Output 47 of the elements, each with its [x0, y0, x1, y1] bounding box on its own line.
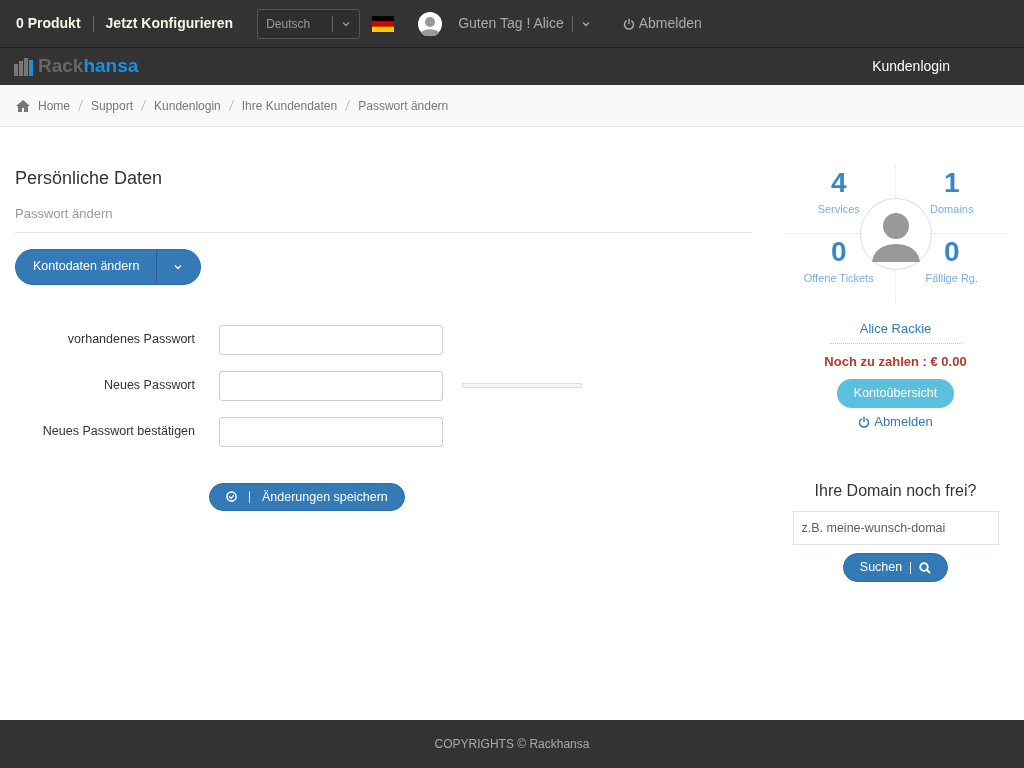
field-label: vorhandenes Passwort	[66, 331, 195, 349]
breadcrumb-link[interactable]: Home	[38, 96, 70, 115]
logout-link[interactable]: Abmelden	[622, 13, 702, 34]
power-icon	[858, 415, 871, 428]
password-field[interactable]	[219, 416, 443, 447]
breadcrumb-link[interactable]: Support	[91, 96, 134, 115]
stat-label: Fällige Rg.	[924, 271, 980, 286]
search-button[interactable]: Suchen	[842, 553, 949, 582]
password-field[interactable]	[219, 324, 443, 355]
cart-link[interactable]: 0 Produkt	[16, 13, 81, 34]
field-label: Neues Passwort bestätigen	[41, 423, 195, 441]
search-icon	[919, 561, 932, 574]
home-icon	[16, 99, 30, 112]
stat-value: 0	[942, 238, 961, 266]
stat-value: 1	[942, 169, 961, 197]
page-title: Persönliche Daten	[15, 167, 164, 190]
breadcrumb-link[interactable]: Ihre Kundendaten	[241, 96, 338, 115]
breadcrumb-link[interactable]: Kundenlogin	[154, 96, 221, 115]
language-select[interactable]: Deutsch	[257, 8, 361, 39]
page-subtitle: Passwort ändern	[15, 206, 113, 221]
stat-value: 4	[829, 169, 848, 197]
power-icon	[622, 17, 635, 30]
stat-label: Domains	[929, 202, 975, 217]
save-button[interactable]: Änderungen speichern	[209, 482, 405, 512]
field-label: Neues Passwort	[103, 377, 195, 395]
domain-search-field[interactable]: z.B. meine-wunsch-domai	[792, 511, 999, 546]
domain-heading: Ihre Domain noch frei?	[814, 481, 977, 502]
password-field[interactable]	[219, 370, 443, 401]
stat-label: Offene Tickets	[802, 271, 875, 286]
nav-link[interactable]: Kundenlogin	[872, 56, 950, 77]
check-circle-icon	[226, 491, 237, 503]
slash-divider	[78, 100, 83, 111]
breadcrumb-current: Passwort ändern	[358, 97, 449, 115]
amount-due: Noch zu zahlen : € 0.00	[824, 352, 967, 371]
greeting-link[interactable]: Guten Tag ! Alice	[458, 13, 564, 34]
configure-link[interactable]: Jetzt Konfigurieren	[105, 13, 234, 34]
logout-link[interactable]: Abmelden	[858, 411, 933, 432]
flag-icon	[372, 15, 395, 32]
stat-value: 0	[829, 238, 848, 266]
footer-copyright: COPYRIGHTS © Rackhansa	[434, 736, 590, 753]
stat-label: Services	[816, 202, 861, 217]
account-name-link[interactable]: Alice Rackie	[859, 321, 932, 336]
logo-icon	[14, 57, 34, 76]
slash-divider	[345, 100, 351, 111]
slash-divider	[141, 100, 147, 111]
slash-divider	[228, 100, 234, 111]
avatar-icon	[418, 11, 443, 36]
